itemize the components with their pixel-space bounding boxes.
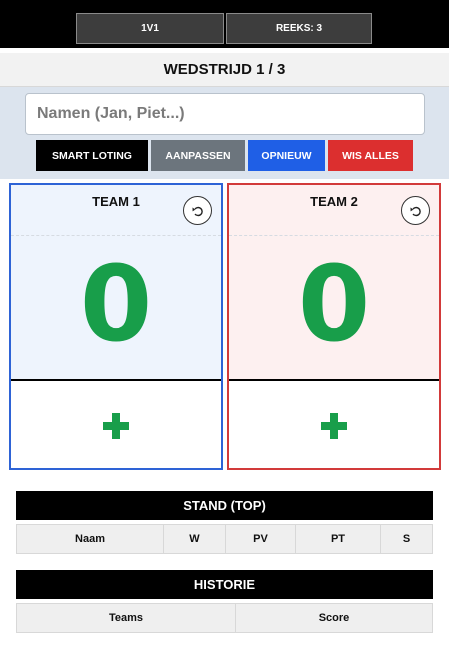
column-header-teams[interactable]: Teams [17, 603, 236, 633]
team-2-divider [229, 235, 439, 236]
top-bar: 1V1 REEKS: 3 [0, 0, 449, 48]
plus-icon [321, 412, 347, 439]
match-title: WEDSTRIJD 1 / 3 [0, 53, 449, 87]
column-header-score[interactable]: Score [236, 603, 433, 633]
team-2-panel: TEAM 2 0 [227, 183, 441, 470]
team-2-score-area: TEAM 2 0 [229, 185, 439, 381]
team-2-add-point-button[interactable] [229, 383, 439, 468]
history-table-header: Teams Score [16, 603, 433, 633]
smart-draw-button[interactable]: SMART LOTING [36, 140, 148, 171]
mode-button[interactable]: 1V1 [76, 13, 224, 44]
restart-button[interactable]: OPNIEUW [248, 140, 325, 171]
standings-title: STAND (TOP) [16, 491, 433, 520]
plus-icon [103, 412, 129, 439]
team-1-panel: TEAM 1 0 [9, 183, 223, 470]
team-2-undo-button[interactable] [401, 196, 430, 225]
history-title: HISTORIE [16, 570, 433, 599]
team-1-undo-button[interactable] [183, 196, 212, 225]
team-2-score: 0 [297, 243, 371, 365]
setup-panel: SMART LOTING AANPASSEN OPNIEUW WIS ALLES [0, 87, 449, 179]
column-header-pv[interactable]: PV [226, 524, 296, 554]
edit-button[interactable]: AANPASSEN [151, 140, 245, 171]
column-header-s[interactable]: S [381, 524, 433, 554]
team-1-add-point-button[interactable] [11, 383, 221, 468]
team-1-score-area: TEAM 1 0 [11, 185, 221, 381]
names-input[interactable] [25, 93, 425, 135]
undo-icon [192, 206, 203, 216]
undo-icon [410, 206, 421, 216]
column-header-pt[interactable]: PT [296, 524, 381, 554]
series-button[interactable]: REEKS: 3 [226, 13, 372, 44]
clear-all-button[interactable]: WIS ALLES [328, 140, 413, 171]
standings-table-header: Naam W PV PT S [16, 524, 433, 554]
team-1-divider [11, 235, 221, 236]
team-1-score: 0 [79, 243, 153, 365]
column-header-name[interactable]: Naam [17, 524, 164, 554]
column-header-w[interactable]: W [164, 524, 226, 554]
